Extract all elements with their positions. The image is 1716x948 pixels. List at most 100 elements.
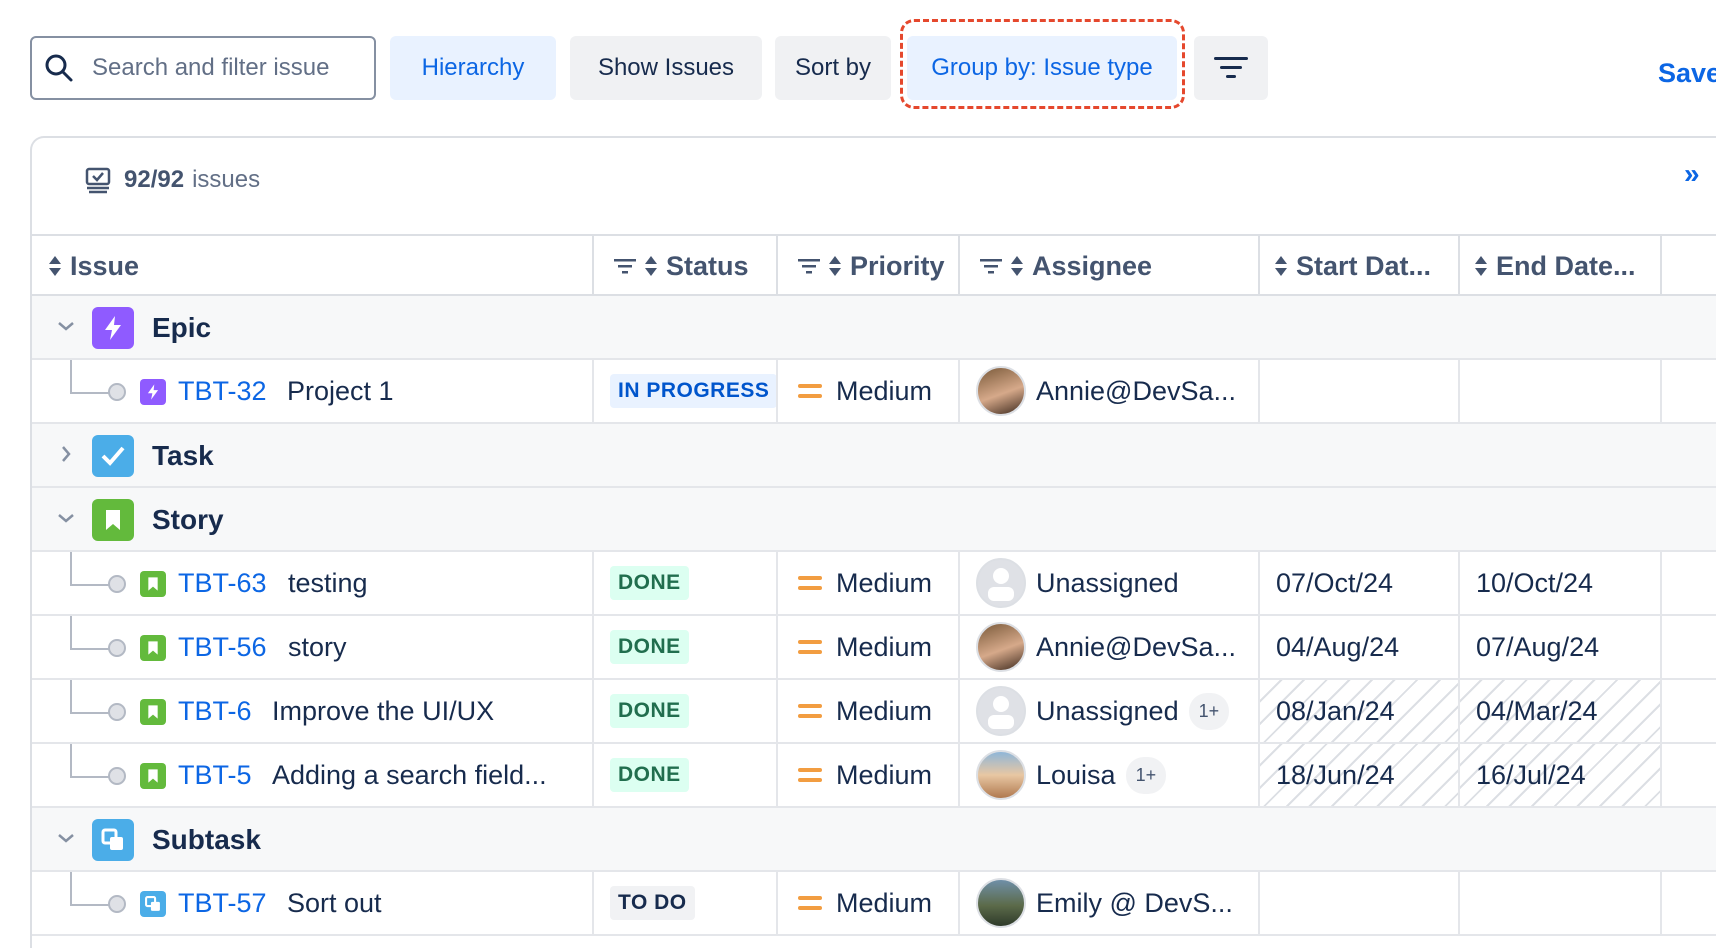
start-date-cell[interactable]: 07/Oct/24 — [1260, 552, 1460, 614]
priority-cell[interactable]: Medium — [778, 872, 960, 934]
sort-icon[interactable] — [1010, 255, 1024, 277]
status-badge[interactable]: IN PROGRESS — [610, 374, 776, 408]
show-issues-button[interactable]: Show Issues — [570, 36, 762, 100]
issue-cell: TBT-32 Project 1 — [32, 360, 594, 422]
status-cell[interactable]: DONE — [594, 744, 778, 806]
column-start-date[interactable]: Start Dat... — [1260, 236, 1460, 296]
assignee-cell[interactable]: Annie@DevSa... — [960, 360, 1260, 422]
column-status-label: Status — [666, 250, 749, 281]
sort-icon[interactable] — [1274, 255, 1288, 277]
end-date-cell[interactable]: 16/Jul/24 — [1460, 744, 1662, 806]
table-row[interactable]: TBT-5 Adding a search field... DONE Medi… — [32, 744, 1716, 808]
issues-icon — [85, 167, 111, 194]
start-date-cell[interactable] — [1260, 360, 1460, 422]
filter-button[interactable] — [1194, 36, 1268, 100]
issue-summary[interactable]: Project 1 — [287, 376, 394, 407]
status-cell[interactable]: DONE — [594, 616, 778, 678]
table-row[interactable]: TBT-6 Improve the UI/UX DONE Medium Unas… — [32, 680, 1716, 744]
filter-icon[interactable] — [980, 257, 1002, 275]
group-row-story[interactable]: Story — [32, 488, 1716, 552]
status-badge[interactable]: DONE — [610, 694, 689, 728]
group-row-subtask[interactable]: Subtask — [32, 808, 1716, 872]
priority-cell[interactable]: Medium — [778, 744, 960, 806]
filter-icon[interactable] — [614, 257, 636, 275]
status-cell[interactable]: DONE — [594, 680, 778, 742]
issue-count: 92/92 issues — [84, 166, 260, 194]
start-date-cell[interactable]: 08/Jan/24 — [1260, 680, 1460, 742]
column-end-date[interactable]: End Date... — [1460, 236, 1662, 296]
group-row-epic[interactable]: Epic — [32, 296, 1716, 360]
assignee-cell[interactable]: Unassigned 1+ — [960, 680, 1260, 742]
chevron-right-icon[interactable] — [54, 442, 78, 466]
column-status[interactable]: Status — [594, 236, 778, 296]
chevron-down-icon[interactable] — [54, 506, 78, 530]
end-date-cell[interactable] — [1460, 872, 1662, 934]
table-row[interactable]: TBT-56 story DONE Medium Annie@DevSa... … — [32, 616, 1716, 680]
assignee-name: Louisa — [1036, 759, 1116, 790]
start-date-cell[interactable]: 18/Jun/24 — [1260, 744, 1460, 806]
column-assignee[interactable]: Assignee — [960, 236, 1260, 296]
end-date-cell[interactable]: 10/Oct/24 — [1460, 552, 1662, 614]
search-box[interactable] — [30, 36, 376, 100]
assignee-cell[interactable]: Annie@DevSa... — [960, 616, 1260, 678]
issue-key-link[interactable]: TBT-56 — [178, 632, 267, 663]
priority-cell[interactable]: Medium — [778, 680, 960, 742]
issue-summary[interactable]: Sort out — [287, 888, 382, 919]
issue-key-link[interactable]: TBT-32 — [178, 376, 267, 407]
sort-icon[interactable] — [48, 255, 62, 277]
assignee-cell[interactable]: Emily @ DevS... — [960, 872, 1260, 934]
search-input[interactable] — [92, 54, 362, 82]
filter-icon[interactable] — [798, 257, 820, 275]
chevron-down-icon[interactable] — [54, 826, 78, 850]
status-cell[interactable]: TO DO — [594, 872, 778, 934]
assignee-cell[interactable]: Louisa 1+ — [960, 744, 1260, 806]
expand-panel-icon[interactable]: » — [1684, 158, 1700, 190]
tree-node — [108, 703, 126, 721]
issue-summary[interactable]: Adding a search field... — [272, 760, 547, 791]
save-link[interactable]: Save — [1658, 58, 1716, 89]
issue-summary[interactable]: story — [288, 632, 347, 663]
status-badge[interactable]: DONE — [610, 630, 689, 664]
issue-key-link[interactable]: TBT-57 — [178, 888, 267, 919]
column-priority[interactable]: Priority — [778, 236, 960, 296]
start-date-cell[interactable] — [1260, 872, 1460, 934]
table-row[interactable]: TBT-63 testing DONE Medium Unassigned 07… — [32, 552, 1716, 616]
sort-icon[interactable] — [644, 255, 658, 277]
priority-medium-icon — [798, 575, 822, 591]
group-label: Epic — [152, 312, 212, 343]
chevron-down-icon[interactable] — [54, 314, 78, 338]
priority-cell[interactable]: Medium — [778, 616, 960, 678]
table-row[interactable]: TBT-57 Sort out TO DO Medium Emily @ Dev… — [32, 872, 1716, 936]
tree-connector — [70, 680, 110, 714]
status-badge[interactable]: TO DO — [610, 886, 695, 920]
sort-by-button[interactable]: Sort by — [775, 36, 891, 100]
group-row-task[interactable]: Task — [32, 424, 1716, 488]
more-assignees-badge[interactable]: 1+ — [1188, 692, 1230, 730]
issue-key-link[interactable]: TBT-63 — [178, 568, 267, 599]
status-cell[interactable]: IN PROGRESS — [594, 360, 778, 422]
issue-key-link[interactable]: TBT-5 — [178, 760, 252, 791]
status-badge[interactable]: DONE — [610, 758, 689, 792]
end-date-cell[interactable]: 07/Aug/24 — [1460, 616, 1662, 678]
end-date-cell[interactable]: 04/Mar/24 — [1460, 680, 1662, 742]
issue-key-link[interactable]: TBT-6 — [178, 696, 252, 727]
start-date: 04/Aug/24 — [1276, 631, 1400, 662]
priority-value: Medium — [798, 632, 932, 663]
priority-cell[interactable]: Medium — [778, 552, 960, 614]
end-date-cell[interactable] — [1460, 360, 1662, 422]
issue-summary[interactable]: Improve the UI/UX — [272, 696, 494, 727]
table-row[interactable]: TBT-32 Project 1 IN PROGRESS Medium Anni… — [32, 360, 1716, 424]
priority-cell[interactable]: Medium — [778, 360, 960, 422]
issue-summary[interactable]: testing — [288, 568, 368, 599]
assignee-cell[interactable]: Unassigned — [960, 552, 1260, 614]
sort-icon[interactable] — [1474, 255, 1488, 277]
more-assignees-badge[interactable]: 1+ — [1125, 756, 1167, 794]
status-badge[interactable]: DONE — [610, 566, 689, 600]
sort-icon[interactable] — [828, 255, 842, 277]
start-date-cell[interactable]: 04/Aug/24 — [1260, 616, 1460, 678]
hierarchy-button[interactable]: Hierarchy — [390, 36, 556, 100]
status-cell[interactable]: DONE — [594, 552, 778, 614]
group-by-button[interactable]: Group by: Issue type — [907, 36, 1177, 100]
issue-cell: TBT-56 story — [32, 616, 594, 678]
column-issue[interactable]: Issue — [32, 236, 594, 296]
